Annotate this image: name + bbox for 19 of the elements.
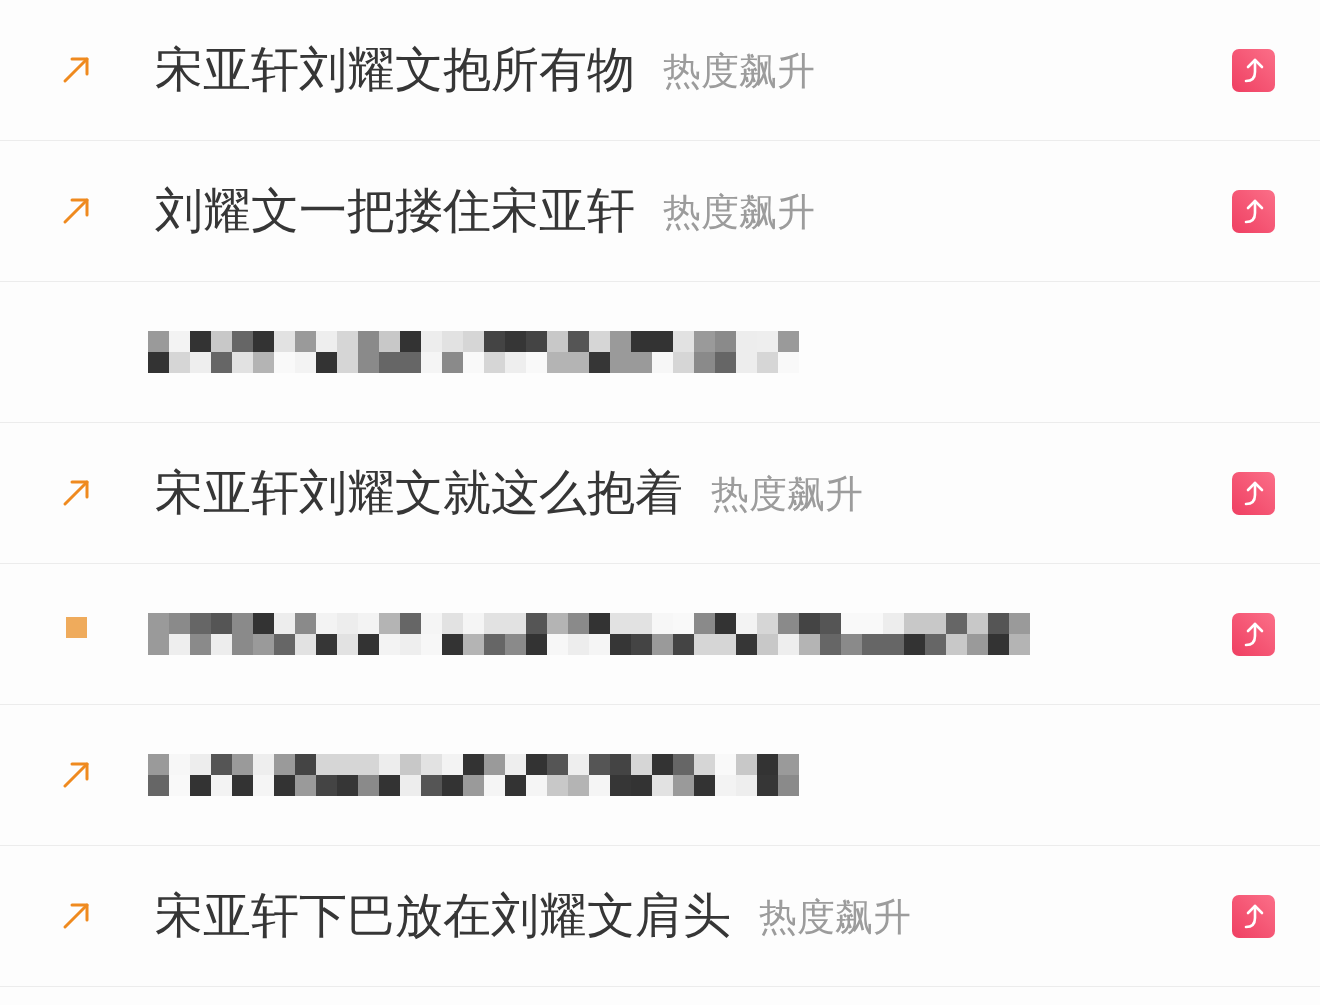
up-right-arrow-icon <box>62 902 90 930</box>
square-icon <box>65 616 87 638</box>
trend-label: 热度飙升 <box>663 49 815 95</box>
topic-title[interactable]: 刘耀文一把搂住宋亚轩 <box>155 182 635 240</box>
trend-label: 热度飙升 <box>663 190 815 236</box>
share-button[interactable] <box>1232 612 1275 656</box>
trend-label: 热度飙升 <box>759 895 911 941</box>
up-right-arrow-icon <box>62 56 90 84</box>
up-right-arrow-icon <box>62 479 90 507</box>
up-right-arrow-icon <box>62 197 90 225</box>
up-right-arrow-icon <box>62 761 90 789</box>
trend-label: 热度飙升 <box>711 472 863 518</box>
topic-title[interactable]: 宋亚轩刘耀文就这么抱着 <box>155 464 683 522</box>
topic-title[interactable]: 宋亚轩刘耀文抱所有物 <box>155 41 635 99</box>
share-button[interactable] <box>1232 471 1275 515</box>
share-button[interactable] <box>1232 894 1275 938</box>
share-button[interactable] <box>1232 189 1275 233</box>
topic-title[interactable]: 宋亚轩下巴放在刘耀文肩头 <box>155 887 731 945</box>
share-button[interactable] <box>1232 48 1275 92</box>
